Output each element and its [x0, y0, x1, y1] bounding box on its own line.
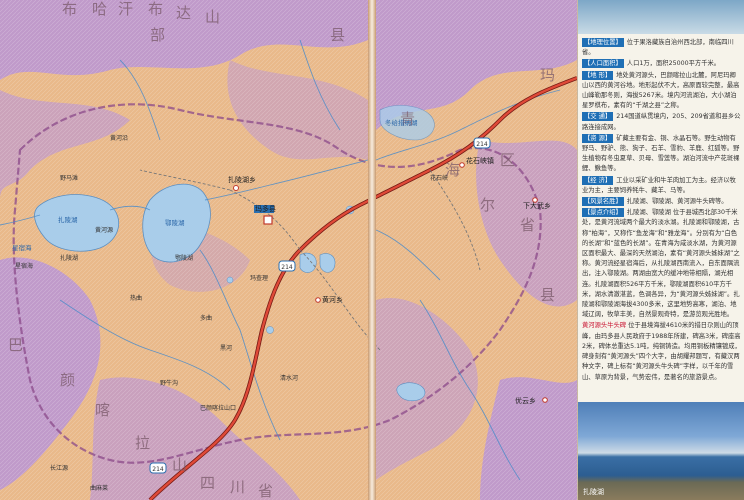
- place-label: 长江源: [50, 464, 68, 472]
- section-attractions: 【景点介绍】 扎陵湖、鄂陵湖 位于县城西北部30千米处，是黄河流域两个最大的淡水湖…: [582, 208, 742, 320]
- place-label: 野马滩: [60, 174, 78, 182]
- region-char: 颜: [60, 371, 75, 389]
- section-terrain: 【地 形】 地处黄河源头，巴颜喀拉山北麓，阿尼玛卿山以西的黄河谷地。地形起伏不大，…: [582, 70, 742, 112]
- section-label: 【景点介绍】: [582, 208, 624, 218]
- place-label: 鄂陵湖: [175, 254, 193, 262]
- region-char: 玛: [540, 66, 555, 84]
- section-label: 【地 形】: [582, 70, 614, 80]
- section-monument: 黄河源头牛头碑 位于县境海拔4610米的措日尕则山的顶峰，由玛多县人民政府于19…: [582, 321, 742, 382]
- section-label: 【风景名胜】: [582, 197, 624, 207]
- section-text: 人口1万，面积25000平方千米。: [626, 60, 721, 68]
- section-population: 【人口面积】 人口1万，面积25000平方千米。: [582, 59, 742, 69]
- town-label: 下大武乡: [523, 201, 551, 210]
- region-char: 汗: [118, 0, 133, 18]
- place-label: 黑河: [220, 344, 232, 352]
- place-label: 黄河源: [95, 226, 113, 234]
- page-gutter: [368, 0, 376, 500]
- info-panel: 【地理位置】 位于果洛藏族自治州西北部，南临四川省。 【人口面积】 人口1万，面积2…: [577, 0, 744, 500]
- region-char: 省: [258, 482, 273, 500]
- town-label: 扎陵湖乡: [228, 175, 256, 184]
- region-char: 巴: [8, 336, 23, 354]
- town-label: 优云乡: [515, 396, 536, 405]
- region-char: 县: [330, 26, 345, 44]
- lake-photo: 扎陵湖: [578, 402, 744, 500]
- place-label: 扎陵湖: [60, 254, 78, 262]
- place-label: 野牛沟: [160, 379, 178, 387]
- region-char: 山: [172, 456, 187, 474]
- place-label: 星宿海: [15, 262, 33, 270]
- panel-header-banner: [578, 0, 744, 34]
- lake-label: 星宿海: [12, 243, 32, 252]
- lake-label: 鄂陵湖: [165, 218, 185, 227]
- region-char: 拉: [135, 434, 150, 452]
- place-label: 花石峡: [430, 174, 448, 182]
- section-text: 扎陵湖、鄂陵湖、黄河源牛头碑等。: [626, 198, 728, 206]
- section-label: 【人口面积】: [582, 59, 624, 69]
- photo-caption: 扎陵湖: [583, 488, 604, 496]
- region-char: 省: [520, 216, 535, 234]
- map-area[interactable]: 214 214 214 布 哈 汗 布 达 山 部 县 巴 颜 喀 拉 山 四 …: [0, 0, 577, 500]
- route-badge-label: 214: [152, 466, 164, 473]
- town-label: 花石峡镇: [466, 156, 494, 165]
- region-char: 喀: [95, 401, 110, 419]
- section-label: 【资 源】: [582, 133, 614, 143]
- section-label: 【交 通】: [582, 112, 614, 122]
- section-text: 扎陵湖、鄂陵湖 位于县城西北部30千米处，是黄河流域两个最大的淡水湖。扎陵湖和鄂…: [582, 209, 740, 319]
- place-label: 多曲: [200, 314, 212, 322]
- section-transport: 【交 通】 214国道纵贯境内，205、209省道和县乡公路连接成网。: [582, 112, 742, 132]
- region-char: 区: [500, 151, 515, 169]
- region-char: 哈: [92, 0, 107, 18]
- region-char: 川: [230, 478, 245, 496]
- region-char: 布: [62, 0, 77, 18]
- place-label: 玛查理: [250, 274, 268, 282]
- region-char: 县: [540, 286, 555, 304]
- county-seat-label: 玛多县: [255, 204, 276, 213]
- panel-body: 【地理位置】 位于果洛藏族自治州西北部，南临四川省。 【人口面积】 人口1万，面积2…: [582, 38, 742, 400]
- section-label: 【地理位置】: [582, 38, 624, 47]
- section-scenic: 【风景名胜】 扎陵湖、鄂陵湖、黄河源牛头碑等。: [582, 197, 742, 207]
- region-char: 布: [148, 0, 163, 18]
- place-label: 黄河沿: [110, 134, 128, 142]
- section-text: 位于县境海拔4610米的措日尕则山的顶峰，由玛多县人民政府于1988年所建，碑高…: [582, 322, 741, 381]
- region-char: 山: [205, 8, 220, 26]
- region-char: 尔: [480, 196, 495, 214]
- section-economy: 【经 济】 工业以采矿业和牛羊肉加工为主。经济以牧业为主，主要饲养牦牛、藏羊、马等…: [582, 175, 742, 196]
- route-badge-label: 214: [476, 141, 488, 148]
- region-char: 达: [176, 4, 191, 22]
- place-label: 巴颜喀拉山口: [200, 404, 236, 412]
- section-resources: 【资 源】 矿藏主要有金、铜、水晶石等。野生动物有野马、野驴、熊、狗子、石羊、雪豹…: [582, 133, 742, 175]
- place-label: 清水河: [280, 374, 298, 382]
- region-char: 四: [200, 474, 215, 492]
- place-label: 曲麻莱: [90, 484, 108, 492]
- place-label: 热曲: [130, 294, 142, 302]
- lake-label: 冬给措纳湖: [385, 118, 418, 127]
- lake-label: 扎陵湖: [58, 215, 78, 224]
- section-label: 黄河源头牛头碑: [582, 322, 627, 330]
- region-char: 部: [150, 26, 165, 44]
- section-location: 【地理位置】 位于果洛藏族自治州西北部，南临四川省。: [582, 38, 742, 58]
- section-label: 【经 济】: [582, 175, 614, 185]
- town-label: 黄河乡: [322, 295, 343, 304]
- route-badge-label: 214: [281, 264, 293, 271]
